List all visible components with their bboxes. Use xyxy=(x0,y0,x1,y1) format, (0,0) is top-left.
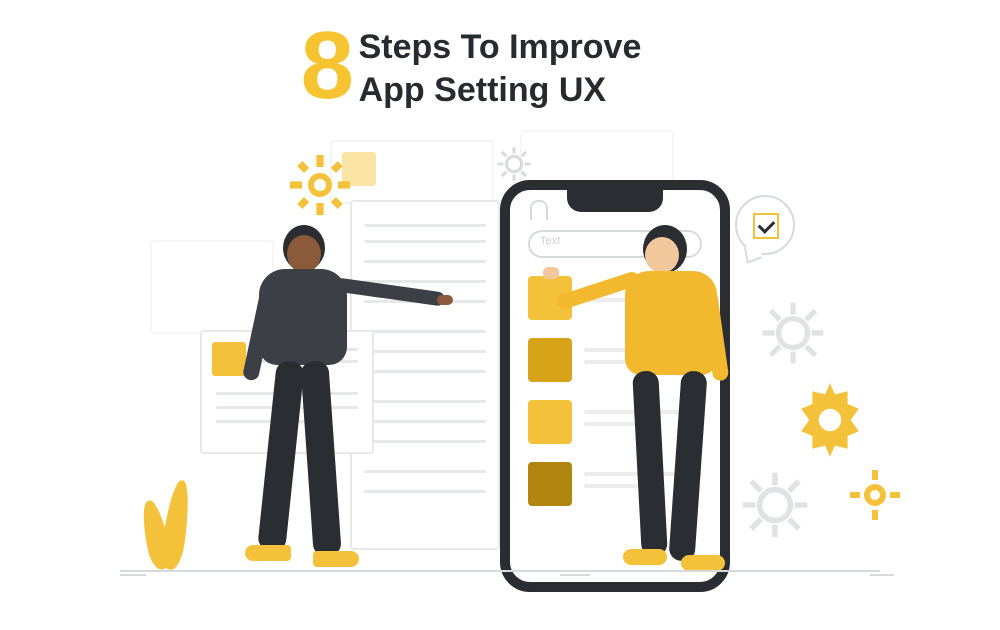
person-left-illustration xyxy=(225,225,425,570)
gear-icon xyxy=(495,145,533,183)
person-right-illustration xyxy=(595,225,795,570)
search-placeholder: Text xyxy=(540,235,560,247)
phone-notch-icon xyxy=(567,190,663,212)
window-wireframe-icon xyxy=(330,140,494,204)
title-line-1: Steps To Improve xyxy=(359,26,642,69)
gear-icon xyxy=(850,470,900,520)
gear-icon xyxy=(290,155,350,215)
ground-line-icon xyxy=(120,570,880,572)
list-item[interactable] xyxy=(528,400,572,444)
list-item[interactable] xyxy=(528,338,572,382)
list-item[interactable] xyxy=(528,462,572,506)
ground-dash-icon xyxy=(560,574,590,576)
title-number: 8 xyxy=(301,18,354,114)
title-highlight: Setting UX xyxy=(434,69,606,112)
gear-icon xyxy=(790,380,870,460)
title-line-2: App Setting UX xyxy=(359,69,642,112)
ground-dash-icon xyxy=(870,574,894,576)
ground-dash-icon xyxy=(120,574,146,576)
home-icon xyxy=(530,200,548,220)
page-title: 8 Steps To Improve App Setting UX xyxy=(0,26,1000,111)
